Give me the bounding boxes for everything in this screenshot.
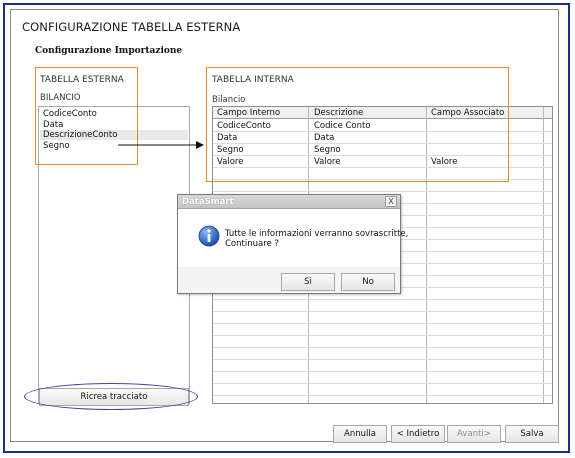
yes-button[interactable]: Sì <box>281 273 335 291</box>
dialog-message-line2: Continuare ? <box>225 239 279 249</box>
save-button[interactable]: Salva <box>505 425 559 443</box>
cancel-button[interactable]: Annulla <box>333 425 387 443</box>
grid-row-line <box>213 335 552 336</box>
grid-row-line <box>213 191 552 192</box>
grid-row-line <box>213 347 552 348</box>
info-icon <box>198 225 220 247</box>
grid-row-line <box>213 299 552 300</box>
grid-row-line <box>213 359 552 360</box>
grid-row-line <box>213 371 552 372</box>
grid-row-line <box>213 395 552 396</box>
dialog-message-line1: Tutte le informazioni verranno sovrascri… <box>225 229 409 239</box>
confirm-dialog: DataSmart X Tutte le informazioni verran… <box>177 194 408 294</box>
close-icon[interactable]: X <box>385 196 397 207</box>
internal-highlight-box <box>206 67 509 182</box>
dialog-body: Tutte le informazioni verranno sovrascri… <box>178 209 408 267</box>
grid-row-line <box>213 383 552 384</box>
dialog-title: DataSmart <box>182 197 234 207</box>
grid-row-line <box>213 323 552 324</box>
no-button[interactable]: No <box>341 273 395 291</box>
dialog-titlebar[interactable]: DataSmart X <box>178 195 400 209</box>
next-button[interactable]: Avanti> <box>447 425 501 443</box>
annotation-ellipse <box>24 383 198 410</box>
back-button[interactable]: < Indietro <box>391 425 445 443</box>
grid-row-line <box>213 311 552 312</box>
